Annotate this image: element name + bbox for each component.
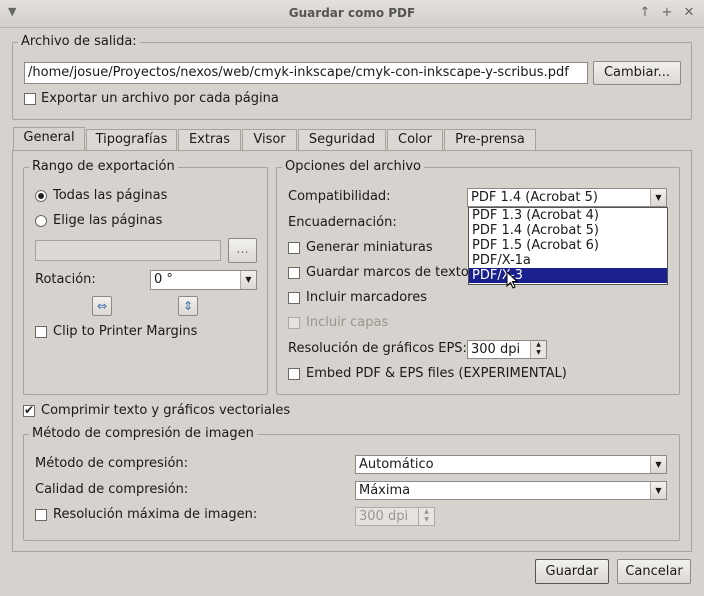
embed-checkbox[interactable] — [288, 368, 300, 380]
choose-pages-label: Elige las páginas — [53, 213, 163, 228]
all-pages-label: Todas las páginas — [53, 188, 168, 203]
tab-extras[interactable]: Extras — [178, 129, 241, 150]
compat-option[interactable]: PDF/X-1a — [469, 253, 667, 268]
compat-dropdown-list: PDF 1.3 (Acrobat 4) PDF 1.4 (Acrobat 5) … — [468, 207, 668, 285]
quality-select[interactable]: Máxima ▼ — [355, 481, 667, 500]
embed-label: Embed PDF & EPS files (EXPERIMENTAL) — [306, 366, 567, 381]
layers-label: Incluir capas — [306, 315, 389, 330]
close-icon[interactable]: ✕ — [681, 5, 697, 21]
window-title: Guardar como PDF — [288, 6, 416, 20]
cancel-button[interactable]: Cancelar — [617, 559, 691, 584]
save-marks-label: Guardar marcos de texto — [306, 265, 469, 280]
tab-tipografias[interactable]: Tipografías — [86, 129, 177, 150]
compat-option[interactable]: PDF 1.5 (Acrobat 6) — [469, 238, 667, 253]
radio-dot — [38, 193, 44, 199]
flip-vertical-icon[interactable]: ⇕ — [178, 296, 198, 316]
tab-pre-prensa[interactable]: Pre-prensa — [444, 129, 536, 150]
clip-margins-label: Clip to Printer Margins — [53, 324, 198, 339]
clip-margins-checkbox[interactable] — [35, 326, 47, 338]
save-button[interactable]: Guardar — [535, 559, 609, 584]
rotation-label: Rotación: — [35, 272, 96, 287]
check-icon: ✔ — [24, 403, 35, 417]
max-res-spinbox: 300 dpi ▲ ▼ — [355, 507, 435, 526]
spin-arrows-icon[interactable]: ▲ ▼ — [530, 341, 546, 358]
export-each-checkbox[interactable] — [24, 93, 36, 105]
thumbnails-checkbox[interactable] — [288, 242, 300, 254]
thumbnails-label: Generar miniaturas — [306, 240, 433, 255]
layers-checkbox — [288, 317, 300, 329]
save-marks-checkbox[interactable] — [288, 267, 300, 279]
compat-label: Compatibilidad: — [288, 189, 391, 204]
export-each-label: Exportar un archivo por cada página — [41, 91, 279, 106]
binding-label: Encuadernación: — [288, 215, 397, 230]
page-range-button: ... — [228, 238, 257, 263]
rotation-value: 0 ° — [154, 272, 173, 287]
bookmarks-checkbox[interactable] — [288, 292, 300, 304]
tab-general[interactable]: General — [13, 127, 85, 150]
tab-seguridad[interactable]: Seguridad — [298, 129, 386, 150]
max-res-value: 300 dpi — [359, 509, 409, 524]
eps-res-value: 300 dpi — [471, 342, 521, 357]
bookmarks-label: Incluir marcadores — [306, 290, 427, 305]
compat-option[interactable]: PDF 1.4 (Acrobat 5) — [469, 223, 667, 238]
chevron-down-icon: ▼ — [650, 482, 666, 499]
method-value: Automático — [359, 457, 434, 472]
compat-select[interactable]: PDF 1.4 (Acrobat 5) ▼ — [467, 188, 667, 207]
method-select[interactable]: Automático ▼ — [355, 455, 667, 474]
rotation-select[interactable]: 0 ° ▼ — [150, 270, 257, 290]
file-options-legend: Opciones del archivo — [282, 159, 425, 174]
max-res-checkbox[interactable] — [35, 509, 47, 521]
tab-visor[interactable]: Visor — [242, 129, 297, 150]
maximize-up-icon[interactable]: ↑ — [637, 5, 653, 21]
image-compression-legend: Método de compresión de imagen — [29, 426, 257, 441]
compat-option[interactable]: PDF 1.3 (Acrobat 4) — [469, 208, 667, 223]
flip-horizontal-icon[interactable]: ⇔ — [92, 296, 112, 316]
tab-color[interactable]: Color — [387, 129, 443, 150]
method-label: Método de compresión: — [35, 456, 189, 471]
eps-res-spinbox[interactable]: 300 dpi ▲ ▼ — [467, 340, 547, 359]
page-range-input — [35, 240, 221, 261]
compress-vectors-label: Comprimir texto y gráficos vectoriales — [41, 403, 291, 418]
max-res-label: Resolución máxima de imagen: — [53, 507, 258, 522]
quality-label: Calidad de compresión: — [35, 482, 189, 497]
mouse-cursor-icon — [506, 271, 519, 289]
eps-res-label: Resolución de gráficos EPS: — [288, 341, 467, 356]
all-pages-radio[interactable] — [35, 190, 47, 202]
spin-arrows-icon: ▲ ▼ — [418, 508, 434, 525]
chevron-down-icon: ▼ — [650, 456, 666, 473]
output-path-input[interactable]: /home/josue/Proyectos/nexos/web/cmyk-ink… — [24, 62, 588, 84]
chevron-down-icon: ▼ — [240, 271, 256, 289]
change-button[interactable]: Cambiar... — [593, 61, 681, 85]
expand-icon[interactable]: + — [659, 5, 675, 21]
chevron-down-icon: ▼ — [650, 189, 666, 206]
export-range-legend: Rango de exportación — [29, 159, 178, 174]
quality-value: Máxima — [359, 483, 411, 498]
output-file-legend: Archivo de salida: — [18, 34, 140, 49]
compat-value: PDF 1.4 (Acrobat 5) — [471, 190, 598, 205]
compat-option-selected[interactable]: PDF/X-3 — [469, 268, 667, 283]
choose-pages-radio[interactable] — [35, 215, 47, 227]
compress-vectors-checkbox[interactable]: ✔ — [23, 403, 35, 417]
